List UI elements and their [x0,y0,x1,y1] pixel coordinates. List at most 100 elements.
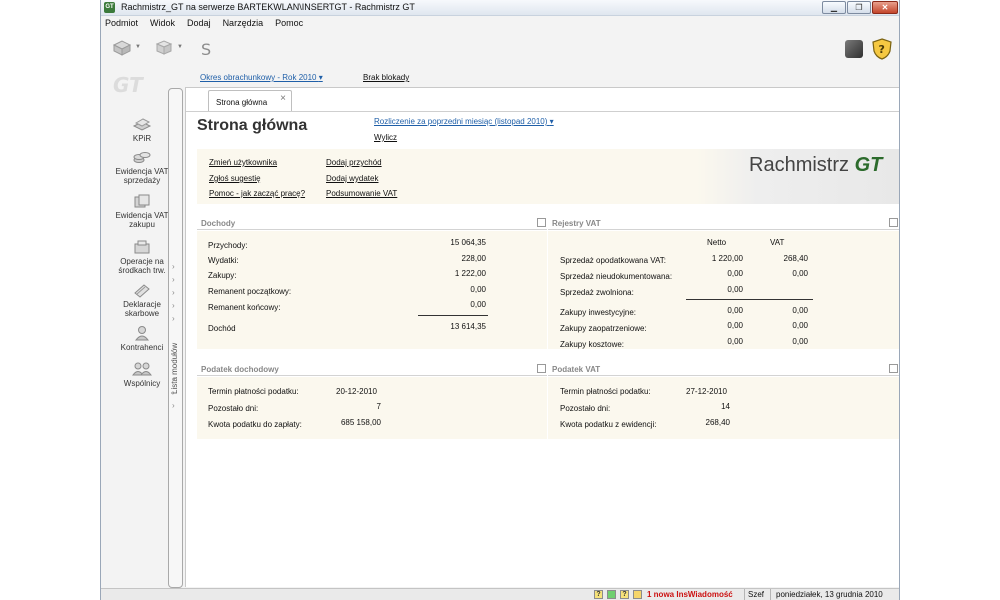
vat-tax-section-header: Podatek VAT [548,362,899,376]
collapse-icon[interactable] [889,218,898,227]
income-tax-label: Kwota podatku do zapłaty: [208,420,302,429]
income-label: Remanent końcowy: [208,303,281,312]
add-income-link[interactable]: Dodaj przychód [326,158,382,167]
income-value: 15 064,35 [450,238,486,247]
chevron-right-icon[interactable]: › [172,388,175,397]
envelope-icon[interactable] [633,590,642,599]
vat-purchase-label: Zakupy zaopatrzeniowe: [560,324,647,333]
vat-registers-section-header: Rejestry VAT [548,216,899,230]
menu-narzedzia[interactable]: Narzędzia [223,16,264,31]
minimize-button[interactable]: ▁ [822,1,846,14]
suggestion-link[interactable]: Zgłoś sugestię [209,174,261,183]
chevron-right-icon[interactable]: › [172,301,175,310]
chevron-right-icon[interactable]: › [172,401,175,410]
vat-tax-label: Pozostało dni: [560,404,611,413]
menu-podmiot[interactable]: Podmiot [105,16,138,31]
save-dropdown-arrow[interactable]: ▼ [177,44,183,50]
income-total-label: Dochód [208,324,236,333]
help-icon[interactable]: ? [594,590,603,599]
change-user-link[interactable]: Zmień użytkownika [209,158,277,167]
vat-summary-link[interactable]: Podsumowanie VAT [326,189,397,198]
close-tab-icon[interactable]: × [280,93,286,104]
chevron-right-icon[interactable]: › [172,375,175,384]
current-date: poniedziałek, 13 grudnia 2010 [776,590,883,599]
vat-tax-label: Termin płatności podatku: [560,387,651,396]
collapse-icon[interactable] [537,364,546,373]
online-status-icon [607,590,616,599]
block-status-link[interactable]: Brak blokady [363,73,409,82]
open-dropdown-arrow[interactable]: ▼ [135,44,141,50]
app-icon: GT [104,2,115,13]
income-label: Remanent początkowy: [208,287,292,296]
section-title: Podatek dochodowy [201,365,279,374]
vat-purchase-vat: 0,00 [792,306,808,315]
collapse-icon[interactable] [537,218,546,227]
vat-tax-label: Kwota podatku z ewidencji: [560,420,657,429]
period-bar: Okres obrachunkowy - Rok 2010 ▾ Brak blo… [185,69,899,87]
income-label: Przychody: [208,241,248,250]
add-expense-link[interactable]: Dodaj wydatek [326,174,378,183]
messages-notice[interactable]: 1 nowa InsWiadomość [647,590,733,599]
title-bar[interactable]: GT Rachmistrz_GT na serwerze BARTEKWLAN\… [101,0,899,16]
income-value: 0,00 [470,300,486,309]
menu-pomoc[interactable]: Pomoc [275,16,303,31]
open-icon[interactable] [111,39,133,59]
income-value: 1 222,00 [454,269,486,278]
income-tax-section-header: Podatek dochodowy [197,362,547,376]
partners-icon [132,361,152,377]
vat-purchase-net: 0,00 [727,337,743,346]
menu-dodaj[interactable]: Dodaj [187,16,211,31]
quick-links-panel: Zmień użytkownika Zgłoś sugestię Pomoc -… [197,149,899,204]
menu-bar: Podmiot Widok Dodaj Narzędzia Pomoc [101,16,899,31]
close-button[interactable]: ✕ [872,1,898,14]
sidebar-item-label: Ewidencja VAT sprzedaży [115,167,169,185]
app-window: GT Rachmistrz_GT na serwerze BARTEKWLAN\… [100,0,900,600]
section-title: Dochody [201,219,236,228]
current-user: Szef [748,590,765,599]
question-icon[interactable]: ? [620,590,629,599]
chevron-right-icon[interactable]: › [172,314,175,323]
vat-tax-value: 14 [721,402,730,411]
period-link-text: Okres obrachunkowy - Rok 2010 [200,73,317,82]
collapse-icon[interactable] [889,364,898,373]
page-title: Strona główna [197,117,308,134]
brand-name: Rachmistrz [749,154,850,176]
settlement-link-text: Rozliczenie za poprzedni miesiąc (listop… [374,117,548,126]
income-value: 0,00 [470,285,486,294]
chevron-down-icon: ▾ [549,117,554,126]
column-vat-header: VAT [770,238,785,247]
help-start-link[interactable]: Pomoc - jak zacząć pracę? [209,189,305,198]
refresh-icon[interactable]: S [197,39,219,59]
period-link[interactable]: Okres obrachunkowy - Rok 2010 ▾ [200,73,323,82]
documents-icon [132,193,152,209]
chevron-right-icon[interactable]: › [172,262,175,271]
vat-tax-value: 268,40 [705,418,730,427]
vat-sales-net: 1 220,00 [711,254,743,263]
menu-widok[interactable]: Widok [150,16,175,31]
maximize-button[interactable]: ❐ [847,1,871,14]
save-icon[interactable] [153,39,175,59]
vat-sales-label: Sprzedaż zwolniona: [560,288,634,297]
income-total-value: 13 614,35 [450,322,486,331]
brand-banner: Rachmistrz GT [697,149,899,204]
coins-icon [132,149,152,165]
vat-sales-label: Sprzedaż nieudokumentowana: [560,272,673,281]
tab-home[interactable]: Strona główna × [208,90,292,111]
cube-icon[interactable] [845,40,863,58]
vat-purchase-label: Zakupy inwestycyjne: [560,308,637,317]
module-list-handle[interactable]: Lista modułów [168,88,183,588]
income-tax-value: 685 158,00 [340,418,381,427]
help-shield-icon[interactable]: ? [871,38,893,60]
sidebar-item-label: Ewidencja VAT zakupu [115,211,169,229]
vat-sales-vat: 0,00 [792,269,808,278]
sum-line [686,299,813,300]
chevron-right-icon[interactable]: › [172,275,175,284]
ledger-icon [132,116,152,132]
chevron-right-icon[interactable]: › [172,288,175,297]
contractor-icon [132,325,152,341]
vat-purchase-vat: 0,00 [792,321,808,330]
status-bar: ? ? 1 nowa InsWiadomość Szef poniedziałe… [101,588,899,600]
section-title: Podatek VAT [552,365,601,374]
calculate-link[interactable]: Wylicz [374,133,397,142]
settlement-link[interactable]: Rozliczenie za poprzedni miesiąc (listop… [374,117,554,126]
